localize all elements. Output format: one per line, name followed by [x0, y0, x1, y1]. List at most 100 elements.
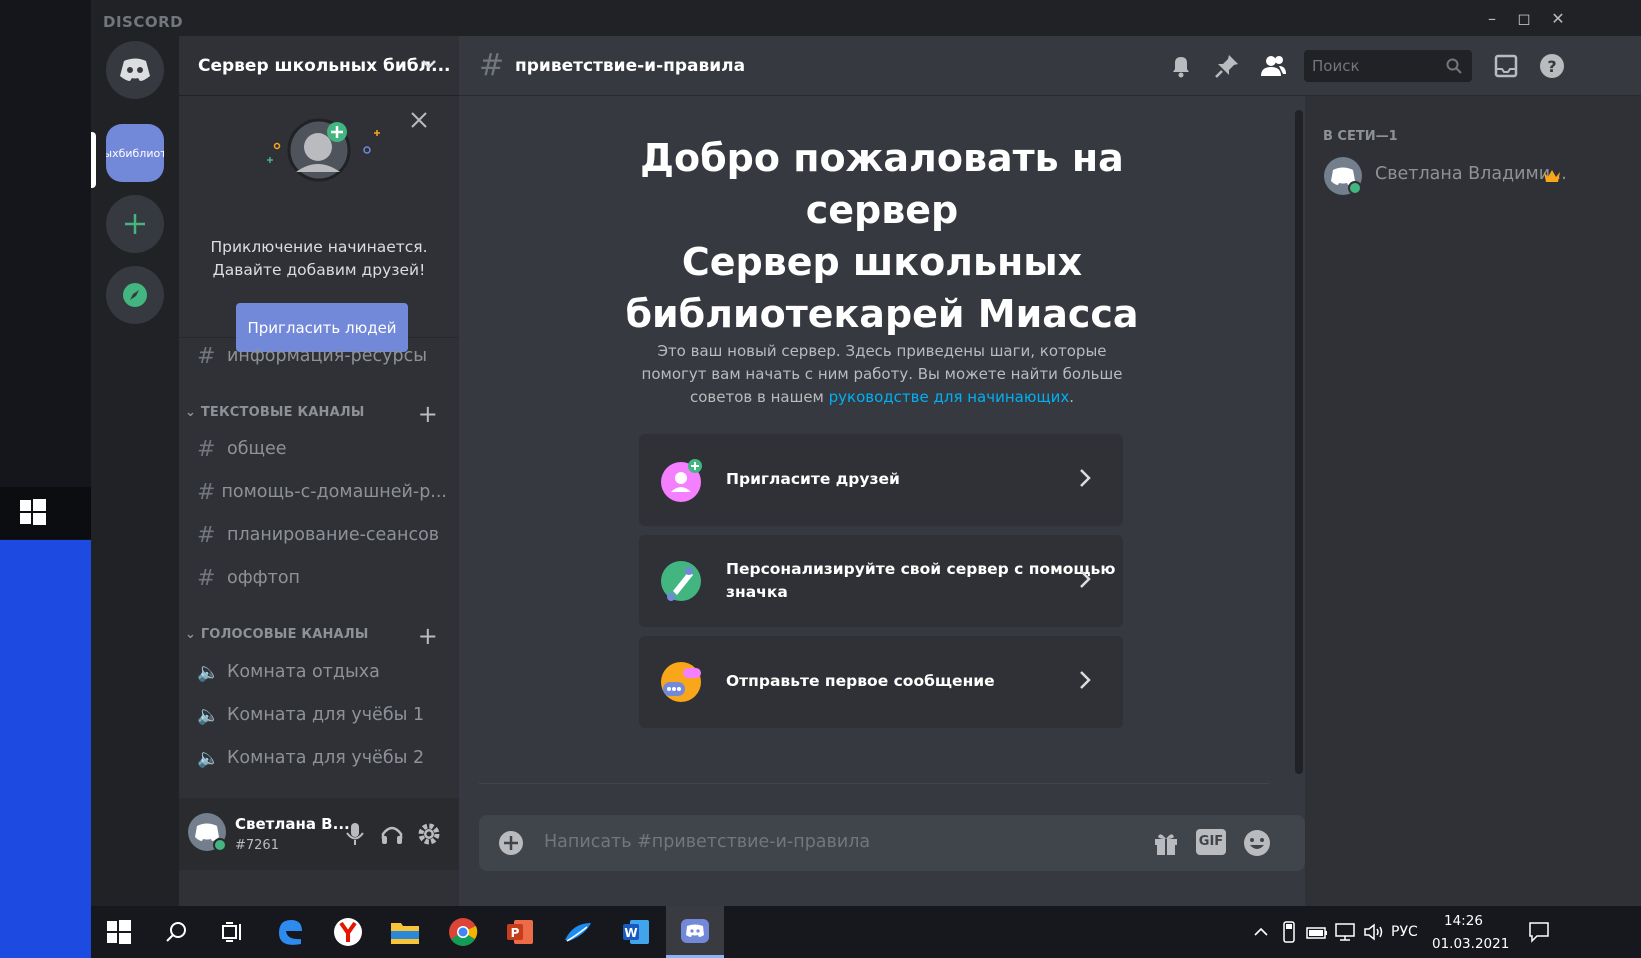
word-app[interactable]: W	[618, 914, 654, 950]
volume-icon[interactable]	[1363, 922, 1385, 942]
task-send-first-message[interactable]: Отправьте первое сообщение	[639, 636, 1123, 728]
pin-icon[interactable]	[1213, 52, 1241, 80]
chevron-right-icon	[1080, 671, 1091, 689]
invite-friends-icon	[661, 459, 702, 502]
file-explorer-app[interactable]	[387, 914, 423, 950]
emoji-icon[interactable]	[1242, 828, 1272, 858]
word-icon: W	[623, 920, 649, 944]
task-personalize-server[interactable]: Персонализируйте свой сервер с помощью з…	[639, 535, 1123, 627]
add-attachment-icon[interactable]	[498, 830, 524, 856]
server-rail: ыхбиблиот	[91, 36, 179, 906]
voice-category-header[interactable]: ⌄ ГОЛОСОВЫЕ КАНАЛЫ +	[185, 622, 455, 650]
invite-card-line1: Приключение начинается.	[210, 238, 428, 256]
inbox-icon[interactable]	[1492, 52, 1520, 80]
task-label: Отправьте первое сообщение	[726, 672, 995, 690]
maximize-button[interactable]: ◻	[1515, 10, 1533, 28]
edge-app[interactable]	[272, 914, 308, 950]
notifications-icon[interactable]	[1528, 921, 1550, 943]
add-channel-icon[interactable]: +	[418, 400, 438, 428]
server-header[interactable]: Сервер школьных библ...	[179, 36, 459, 96]
battery-icon[interactable]	[1306, 922, 1328, 942]
clock-date[interactable]: 01.03.2021	[1432, 936, 1509, 952]
hash-icon: #	[479, 48, 505, 83]
settings-gear-icon[interactable]	[417, 822, 441, 846]
channel-item[interactable]: # оффтоп	[197, 560, 447, 596]
channel-sidebar: Сервер школьных библ... Приключение начи…	[179, 36, 459, 906]
tray-chevron-up-icon[interactable]	[1253, 924, 1269, 940]
welcome-title-line: сервер	[805, 188, 959, 232]
usb-device-icon[interactable]	[1281, 921, 1297, 943]
onedrive-app[interactable]	[560, 914, 596, 950]
voice-channel-item[interactable]: 🔈 Комната отдыха	[197, 654, 447, 690]
task-label: Пригласите друзей	[726, 470, 900, 488]
chevron-right-icon	[1080, 570, 1091, 588]
powerpoint-icon: P	[507, 920, 533, 944]
svg-text:?: ?	[1547, 57, 1556, 76]
speaker-icon: 🔈	[197, 747, 220, 769]
input-language[interactable]: РУС	[1391, 924, 1418, 940]
add-server-button[interactable]	[106, 195, 164, 253]
hash-icon: #	[197, 343, 216, 369]
channel-item[interactable]: # помощь-с-домашней-р...	[197, 474, 447, 510]
hash-icon: #	[197, 565, 216, 591]
channel-label: помощь-с-домашней-р...	[221, 482, 447, 502]
member-avatar[interactable]	[1323, 156, 1365, 198]
welcome-title-line: библиотекарей Миасса	[625, 292, 1139, 336]
task-invite-friends[interactable]: Пригласите друзей	[639, 434, 1123, 526]
microphone-icon[interactable]	[344, 822, 366, 846]
text-category-header[interactable]: ⌄ ТЕКСТОВЫЕ КАНАЛЫ +	[185, 400, 455, 428]
title-bar: DISCORD – ◻ ✕	[91, 0, 1641, 36]
search-input[interactable]: Поиск	[1304, 50, 1472, 82]
channel-label: Комната для учёбы 2	[227, 748, 425, 768]
member-list-icon[interactable]	[1259, 52, 1287, 80]
home-button[interactable]	[106, 41, 164, 99]
message-composer[interactable]: Написать #приветствие-и-правила GIF	[479, 815, 1305, 871]
add-channel-icon[interactable]: +	[418, 622, 438, 650]
gif-button[interactable]: GIF	[1196, 829, 1226, 855]
close-icon[interactable]	[409, 110, 429, 130]
clock-time[interactable]: 14:26	[1444, 913, 1483, 929]
invite-card-line2: Давайте добавим друзей!	[212, 261, 426, 279]
category-label: ГОЛОСОВЫЕ КАНАЛЫ	[200, 627, 369, 642]
folder-icon	[391, 923, 419, 944]
powerpoint-app[interactable]: P	[502, 914, 538, 950]
channel-item[interactable]: # общее	[197, 431, 447, 467]
channel-item[interactable]: # информация-ресурсы	[197, 338, 447, 374]
task-view-button[interactable]	[215, 914, 251, 950]
member-name[interactable]: Светлана Владими...	[1375, 164, 1567, 184]
start-button[interactable]	[101, 914, 137, 950]
yandex-browser-app[interactable]	[330, 914, 366, 950]
voice-channel-item[interactable]: 🔈 Комната для учёбы 1	[197, 697, 447, 733]
minimize-button[interactable]: –	[1483, 10, 1501, 28]
welcome-title-line: Добро пожаловать на	[640, 136, 1124, 180]
task-label: Персонализируйте свой сервер с помощью	[726, 560, 1116, 578]
channel-label: Комната отдыха	[227, 662, 380, 682]
chevron-right-icon	[1080, 469, 1091, 487]
discord-taskbar-app[interactable]	[666, 906, 724, 958]
user-tag: #7261	[235, 838, 279, 853]
windows-logo-icon	[107, 920, 131, 944]
hash-icon: #	[197, 522, 216, 548]
scrollbar[interactable]	[1295, 110, 1303, 774]
beginner-guide-link[interactable]: руководстве для начинающих	[829, 388, 1070, 406]
headphones-icon[interactable]	[380, 822, 404, 846]
network-icon[interactable]	[1334, 922, 1356, 942]
channel-label: информация-ресурсы	[227, 346, 428, 366]
windows-logo-icon[interactable]	[20, 499, 46, 525]
chrome-app[interactable]	[445, 914, 481, 950]
desc-period: .	[1069, 388, 1075, 406]
gift-icon[interactable]	[1152, 829, 1180, 857]
active-server-indicator	[91, 132, 96, 188]
channel-item[interactable]: # планирование-сеансов	[197, 517, 447, 553]
notification-bell-icon[interactable]	[1167, 52, 1195, 80]
explore-servers-button[interactable]	[106, 266, 164, 324]
close-window-button[interactable]: ✕	[1549, 10, 1567, 28]
search-button[interactable]	[159, 914, 195, 950]
background-window	[0, 0, 91, 540]
hash-icon: #	[197, 479, 216, 505]
voice-channel-item[interactable]: 🔈 Комната для учёбы 2	[197, 740, 447, 776]
help-icon[interactable]: ?	[1538, 52, 1566, 80]
server-icon-active[interactable]: ыхбиблиот	[106, 124, 164, 182]
avatar[interactable]	[187, 812, 231, 856]
task-label: значка	[726, 583, 788, 601]
